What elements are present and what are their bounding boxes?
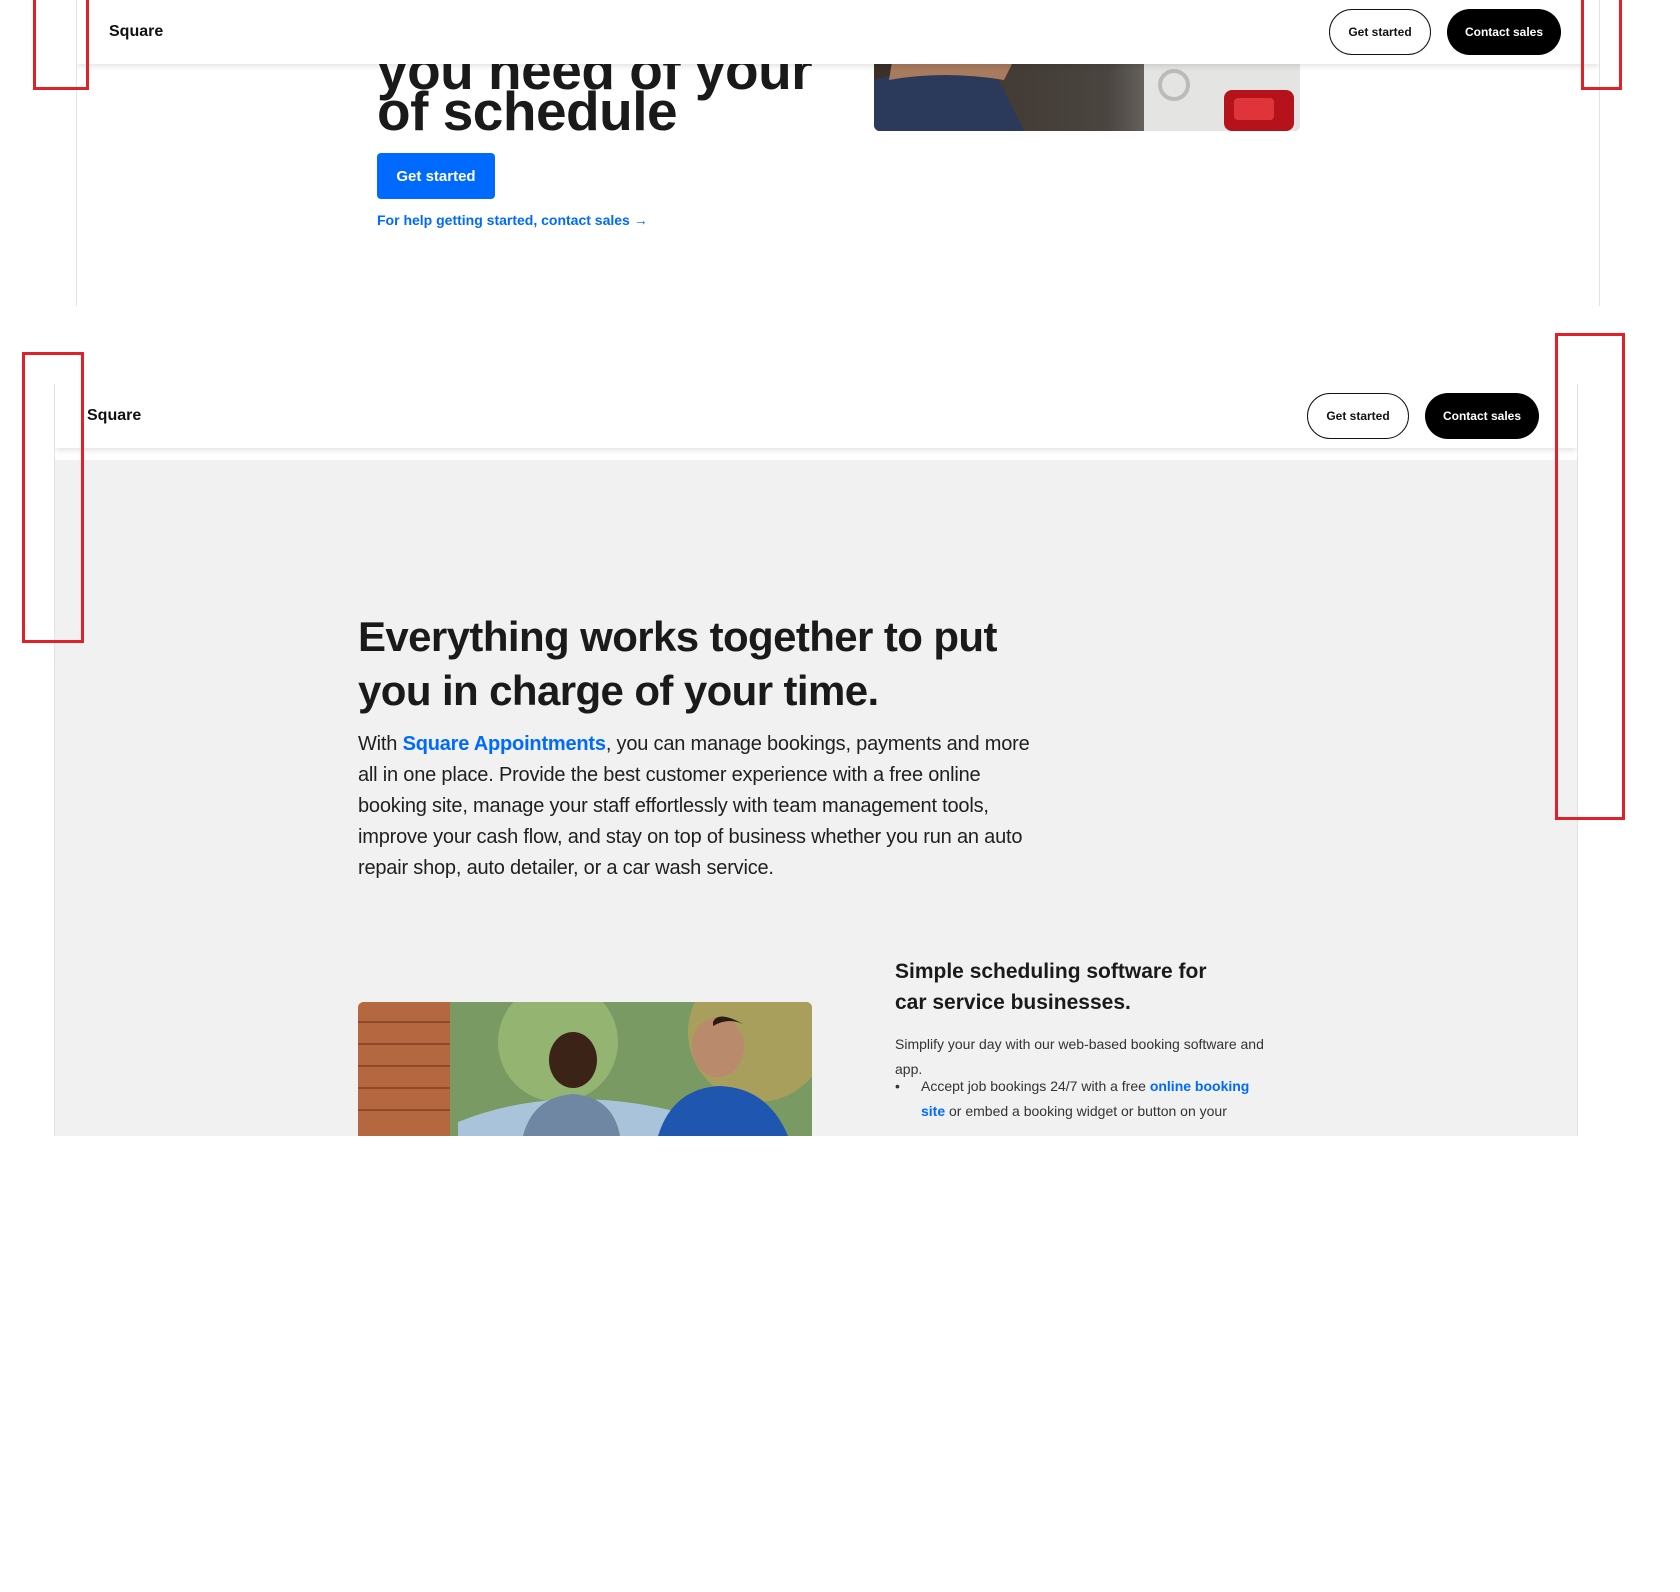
annotation-box-top-right [1581, 0, 1622, 90]
section-body: With Square Appointments, you can manage… [358, 729, 1048, 884]
bullet-text-post: or embed a booking widget or button on y… [945, 1103, 1227, 1119]
annotation-box-top-left [33, 0, 89, 90]
annotation-box-bottom-right [1555, 333, 1625, 820]
contact-sales-link[interactable]: For help getting started, contact sales … [377, 212, 648, 228]
get-started-button[interactable]: Get started [1329, 9, 1431, 55]
hero-title: of schedule [377, 80, 678, 142]
section-title: Everything works together to put you in … [358, 613, 997, 714]
hero-get-started-button[interactable]: Get started [377, 153, 495, 199]
mechanics-photo [358, 1002, 812, 1136]
contact-sales-button[interactable]: Contact sales [1447, 9, 1561, 55]
get-started-button[interactable]: Get started [1307, 393, 1409, 439]
annotation-box-bottom-left [22, 352, 84, 643]
page-frame-bottom: Square Get started Contact sales Everyth… [54, 384, 1578, 1136]
page-frame-top: Square Get started Contact sales you nee… [76, 0, 1600, 306]
feature-title: Simple scheduling software for car servi… [895, 960, 1207, 1014]
bullet-text: Accept job bookings 24/7 with a free onl… [921, 1074, 1277, 1124]
top-navbar: Square Get started Contact sales [77, 0, 1599, 64]
bullet-dot: • [895, 1078, 900, 1094]
contact-sales-button[interactable]: Contact sales [1425, 393, 1539, 439]
body-text-pre: With [358, 733, 403, 755]
brand-logo[interactable]: Square [109, 0, 163, 64]
bullet-text-pre: Accept job bookings 24/7 with a free [921, 1078, 1150, 1094]
brand-logo[interactable]: Square [87, 384, 141, 448]
square-appointments-link[interactable]: Square Appointments [403, 733, 606, 755]
bottom-navbar: Square Get started Contact sales [55, 384, 1577, 448]
